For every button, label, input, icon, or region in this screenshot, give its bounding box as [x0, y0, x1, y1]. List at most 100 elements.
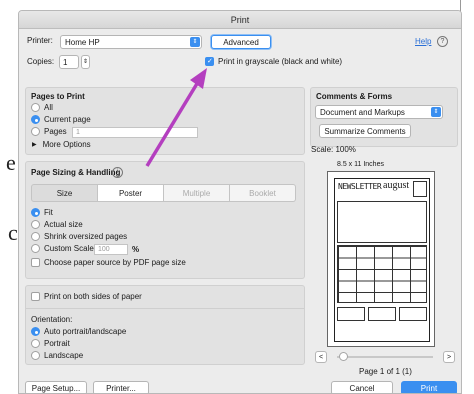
grayscale-checkbox[interactable] — [205, 57, 214, 66]
copies-row: Copies: — [27, 57, 54, 66]
pages-range-field[interactable]: 1 — [72, 127, 198, 138]
tab-multiple[interactable]: Multiple — [164, 184, 230, 202]
orientation-panel: Print on both sides of paper Orientation… — [25, 285, 305, 365]
option-actual-size[interactable]: Actual size — [31, 220, 83, 229]
background-window-edge — [460, 0, 474, 20]
preview-footer-box — [399, 307, 427, 321]
more-options-label: More Options — [42, 140, 91, 149]
option-pages[interactable]: Pages — [31, 127, 67, 136]
background-text-fragment: e — [6, 150, 16, 175]
page-preview: NEWSLETTER august — [327, 171, 435, 347]
tab-booklet[interactable]: Booklet — [230, 184, 296, 202]
info-icon[interactable]: i — [112, 167, 123, 178]
chevron-updown-icon: ⇕ — [431, 107, 441, 117]
orientation-title: Orientation: — [31, 315, 73, 324]
shrink-label: Shrink oversized pages — [44, 232, 128, 241]
preview-notes-box — [337, 201, 427, 243]
option-fit[interactable]: Fit — [31, 208, 53, 217]
advanced-button[interactable]: Advanced — [211, 35, 271, 49]
fit-radio[interactable] — [31, 208, 40, 217]
printer-row: Printer: — [27, 36, 53, 45]
preview-calendar-grid — [337, 245, 427, 303]
background-document — [0, 0, 18, 394]
page-sizing-title: Page Sizing & Handling — [31, 168, 121, 177]
summarize-comments-button[interactable]: Summarize Comments — [319, 124, 411, 138]
cancel-button[interactable]: Cancel — [331, 381, 393, 393]
custom-scale-radio[interactable] — [31, 244, 40, 253]
custom-scale-unit: % — [132, 245, 140, 254]
option-custom-scale[interactable]: Custom Scale: — [31, 244, 96, 253]
actual-size-radio[interactable] — [31, 220, 40, 229]
page-slider-thumb[interactable] — [339, 352, 348, 361]
preview-footer-box — [368, 307, 396, 321]
print-button[interactable]: Print — [401, 381, 457, 393]
custom-scale-label: Custom Scale: — [44, 244, 97, 253]
copies-input[interactable]: 1 — [59, 55, 79, 69]
custom-scale-field[interactable]: 100 — [94, 244, 128, 255]
help-link[interactable]: Help — [415, 37, 431, 46]
option-all[interactable]: All — [31, 103, 53, 112]
printer-select[interactable]: Home HP ⇕ — [60, 35, 202, 49]
portrait-label: Portrait — [44, 339, 70, 348]
auto-orientation-label: Auto portrait/landscape — [44, 327, 127, 336]
shrink-radio[interactable] — [31, 232, 40, 241]
option-shrink[interactable]: Shrink oversized pages — [31, 232, 127, 241]
print-dialog: Print Printer: Home HP ⇕ Advanced Help ?… — [18, 10, 462, 394]
schoolhouse-clipart — [413, 181, 427, 197]
sizing-tabs: Size Poster Multiple Booklet — [31, 184, 296, 202]
copies-stepper[interactable]: ⇕ — [81, 55, 90, 69]
divider — [26, 308, 304, 309]
all-radio[interactable] — [31, 103, 40, 112]
current-page-radio[interactable] — [31, 115, 40, 124]
paper-source-checkbox[interactable] — [31, 258, 40, 267]
page-setup-button[interactable]: Page Setup... — [25, 381, 87, 393]
actual-size-label: Actual size — [44, 220, 83, 229]
all-label: All — [44, 103, 53, 112]
grayscale-label: Print in grayscale (black and white) — [218, 57, 343, 66]
tab-poster[interactable]: Poster — [98, 184, 164, 202]
option-paper-source[interactable]: Choose paper source by PDF page size — [31, 258, 186, 267]
more-options-toggle[interactable]: ▶ More Options — [32, 140, 91, 149]
paper-size-label: 8.5 x 11 Inches — [337, 161, 384, 168]
comments-value: Document and Markups — [320, 107, 405, 117]
previous-page-button[interactable]: < — [315, 351, 327, 363]
both-sides-checkbox[interactable] — [31, 292, 40, 301]
paper-source-label: Choose paper source by PDF page size — [44, 258, 186, 267]
printer-label: Printer: — [27, 36, 53, 45]
option-landscape[interactable]: Landscape — [31, 351, 83, 360]
portrait-radio[interactable] — [31, 339, 40, 348]
option-current-page[interactable]: Current page — [31, 115, 91, 124]
option-portrait[interactable]: Portrait — [31, 339, 70, 348]
page-slider-track[interactable] — [337, 356, 433, 358]
comments-panel: Comments & Forms Document and Markups ⇕ … — [310, 87, 458, 147]
printer-value: Home HP — [65, 37, 100, 47]
pages-radio[interactable] — [31, 127, 40, 136]
scale-label: Scale: 100% — [311, 145, 356, 154]
comments-title: Comments & Forms — [316, 92, 393, 101]
landscape-label: Landscape — [44, 351, 84, 360]
pages-label: Pages — [44, 127, 67, 136]
dialog-title: Print — [19, 11, 461, 29]
page-sizing-panel: Page Sizing & Handling i Size Poster Mul… — [25, 161, 305, 279]
next-page-button[interactable]: > — [443, 351, 455, 363]
help-icon[interactable]: ? — [437, 36, 448, 47]
copies-value: 1 — [63, 57, 68, 67]
page-count-label: Page 1 of 1 (1) — [359, 367, 412, 376]
comments-select[interactable]: Document and Markups ⇕ — [315, 105, 443, 119]
option-auto-orientation[interactable]: Auto portrait/landscape — [31, 327, 126, 336]
printer-button[interactable]: Printer... — [93, 381, 149, 393]
preview-sheet: NEWSLETTER august — [334, 178, 430, 342]
background-text-fragment: c — [8, 220, 18, 245]
tab-size[interactable]: Size — [31, 184, 98, 202]
disclosure-triangle-icon: ▶ — [32, 142, 37, 148]
preview-footer-box — [337, 307, 365, 321]
fit-label: Fit — [44, 208, 53, 217]
chevron-updown-icon: ⇕ — [190, 37, 200, 47]
option-both-sides[interactable]: Print on both sides of paper — [31, 292, 142, 301]
auto-orientation-radio[interactable] — [31, 327, 40, 336]
grayscale-row[interactable]: Print in grayscale (black and white) — [205, 57, 342, 66]
pages-to-print-panel: Pages to Print All Current page Pages 1 … — [25, 87, 305, 155]
landscape-radio[interactable] — [31, 351, 40, 360]
both-sides-label: Print on both sides of paper — [44, 292, 142, 301]
preview-month: august — [383, 180, 410, 191]
